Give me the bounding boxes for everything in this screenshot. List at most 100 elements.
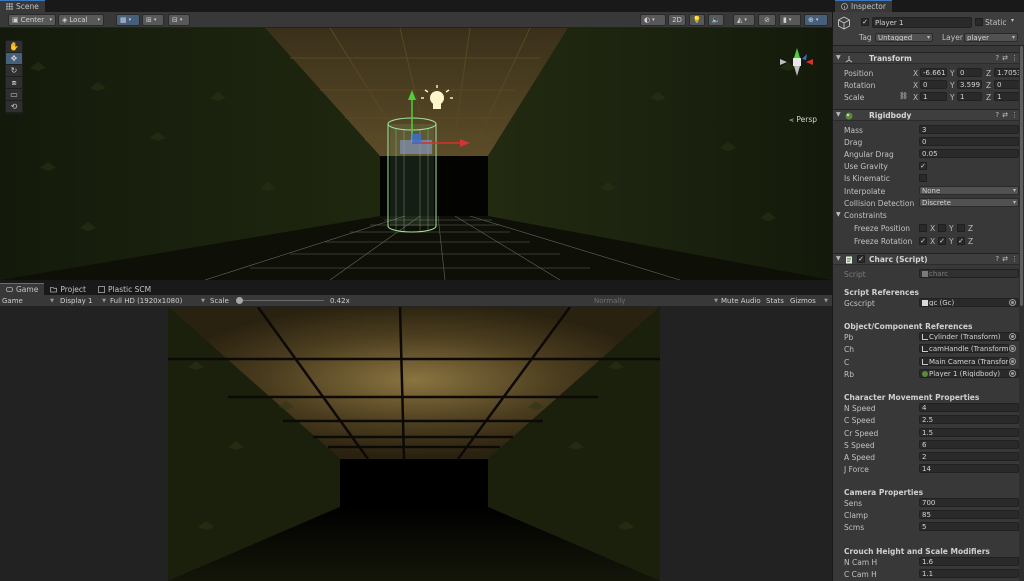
scale-x-field[interactable]: 1 (920, 92, 947, 101)
gizmos-dropdown[interactable]: Gizmos ▼ (790, 296, 828, 306)
game-viewport[interactable] (168, 307, 660, 581)
layer-dropdown[interactable]: player (964, 33, 1018, 42)
snap-increment-button[interactable]: ⊞ ▾ (142, 14, 164, 26)
hidden-objects-toggle[interactable]: ⊘ (758, 14, 776, 26)
link-icon[interactable]: ⛓ (899, 92, 908, 100)
clamp-field[interactable]: 85 (919, 510, 1019, 519)
move-tool[interactable]: ✥ (6, 53, 22, 65)
component-menu-icons[interactable]: ?⇄⋮ (995, 111, 1021, 119)
object-name-input[interactable]: Player 1 (872, 17, 972, 28)
tab-game[interactable]: Game (0, 283, 45, 295)
gcscript-field[interactable]: gc (Gc) (919, 298, 1019, 307)
resolution-dropdown[interactable]: Full HD (1920x1080) ▼ (110, 296, 205, 306)
scene-viewport[interactable]: ✋ ✥ ↻ ⧈ ▭ ⟲ ⋖ Persp (0, 28, 832, 280)
transform-tool[interactable]: ⟲ (6, 101, 22, 113)
toggle-2d-button[interactable]: 2D (668, 14, 686, 26)
component-menu-icons[interactable]: ?⇄⋮ (995, 54, 1021, 62)
object-picker-icon[interactable] (1009, 358, 1016, 365)
component-menu-icons[interactable]: ?⇄⋮ (995, 255, 1021, 263)
position-x-field[interactable]: -6.661 (920, 68, 947, 77)
pivot-dropdown[interactable]: ▣ Center ▾ (8, 14, 56, 26)
tab-project[interactable]: Project (44, 283, 92, 295)
scale-tool[interactable]: ⧈ (6, 77, 22, 89)
position-y-field[interactable]: 0 (957, 68, 982, 77)
rotate-tool[interactable]: ↻ (6, 65, 22, 77)
static-checkbox[interactable] (975, 18, 983, 26)
static-dropdown-icon[interactable]: ▾ (1011, 17, 1014, 24)
scale-slider[interactable] (236, 296, 324, 306)
scale-z-field[interactable]: 1 (994, 92, 1020, 101)
rotation-z-field[interactable]: 0 (994, 80, 1020, 89)
ch-field[interactable]: camHandle (Transform) (919, 344, 1009, 353)
object-picker-icon[interactable] (1009, 333, 1016, 340)
tab-inspector[interactable]: Inspector (835, 0, 892, 12)
script-enabled-checkbox[interactable]: ✓ (857, 255, 865, 263)
persp-label[interactable]: ⋖ Persp (789, 115, 817, 124)
scale-y-field[interactable]: 1 (957, 92, 982, 101)
rigidbody-header[interactable]: ▼ Rigidbody ?⇄⋮ (833, 109, 1024, 121)
tag-dropdown[interactable]: Untagged (875, 33, 933, 42)
n-cam-h-field[interactable]: 1.6 (919, 557, 1019, 566)
rb-field[interactable]: Player 1 (Rigidbody) (919, 369, 1019, 378)
shading-mode-button[interactable]: ◐ ▾ (640, 14, 666, 26)
drag-field[interactable]: 0 (919, 137, 1019, 146)
mass-field[interactable]: 3 (919, 125, 1019, 134)
angular-drag-field[interactable]: 0.05 (919, 149, 1019, 158)
effects-button[interactable]: ◭ ▾ (733, 14, 755, 26)
align-button[interactable]: ⊟ ▾ (168, 14, 190, 26)
n-speed-field[interactable]: 4 (919, 403, 1019, 412)
fold-arrow-icon[interactable]: ▼ (836, 211, 841, 218)
display-dropdown[interactable]: Display 1 ▼ (60, 296, 106, 306)
axis-y-label: Y (949, 224, 954, 233)
a-speed-field[interactable]: 2 (919, 452, 1019, 461)
pb-field[interactable]: Cylinder (Transform) (919, 332, 1019, 341)
stats-button[interactable]: Stats (766, 296, 784, 306)
freeze-rot-x-checkbox[interactable]: ✓ (919, 237, 927, 245)
freeze-pos-y-checkbox[interactable] (938, 224, 946, 232)
interpolate-dropdown[interactable]: None (919, 186, 1019, 195)
freeze-pos-x-checkbox[interactable] (919, 224, 927, 232)
c-speed-field[interactable]: 2.5 (919, 415, 1019, 424)
object-picker-icon[interactable] (1009, 345, 1016, 352)
play-mode-dropdown[interactable]: Normally ▼ (594, 296, 718, 306)
object-picker-icon[interactable] (1009, 299, 1016, 306)
grid-snap-button[interactable]: ▦ ▾ (116, 14, 140, 26)
inspector-scrollbar[interactable] (1019, 46, 1024, 581)
active-checkbox[interactable]: ✓ (861, 18, 869, 26)
camera-settings-button[interactable]: ▮ ▾ (779, 14, 801, 26)
freeze-pos-z-checkbox[interactable] (957, 224, 965, 232)
collision-detection-dropdown[interactable]: Discrete (919, 198, 1019, 207)
object-picker-icon[interactable] (1009, 370, 1016, 377)
freeze-rot-z-checkbox[interactable]: ✓ (957, 237, 965, 245)
audio-toggle[interactable]: 🔈 (708, 14, 724, 26)
is-kinematic-checkbox[interactable] (919, 174, 927, 182)
sens-field[interactable]: 700 (919, 498, 1019, 507)
transform-header[interactable]: ▼ Transform ?⇄⋮ (833, 52, 1024, 64)
rotation-y-field[interactable]: 3.599 (957, 80, 982, 89)
lighting-toggle[interactable]: 💡 (689, 14, 705, 26)
hand-tool[interactable]: ✋ (6, 41, 22, 53)
scms-field[interactable]: 5 (919, 522, 1019, 531)
c-cam-h-field[interactable]: 1.1 (919, 569, 1019, 578)
tab-scene[interactable]: Scene (0, 0, 45, 12)
rotation-x-field[interactable]: 0 (920, 80, 947, 89)
tab-plastic-scm[interactable]: Plastic SCM (92, 283, 157, 295)
s-speed-field[interactable]: 6 (919, 440, 1019, 449)
mute-audio-button[interactable]: Mute Audio (721, 296, 761, 306)
cr-speed-field[interactable]: 1.5 (919, 428, 1019, 437)
position-z-field[interactable]: 1.7053 (994, 68, 1020, 77)
transform-icon (922, 359, 928, 365)
scrollbar-thumb[interactable] (1020, 46, 1023, 306)
chevron-down-icon: ▾ (153, 17, 157, 23)
space-dropdown[interactable]: ◈ Local ▾ (58, 14, 104, 26)
scale-slider-handle[interactable] (236, 297, 243, 304)
rect-tool[interactable]: ▭ (6, 89, 22, 101)
freeze-rot-y-checkbox[interactable]: ✓ (938, 237, 946, 245)
game-mode-dropdown[interactable]: Game ▼ (2, 296, 54, 306)
j-force-field[interactable]: 14 (919, 464, 1019, 473)
c-field[interactable]: Main Camera (Transform) (919, 357, 1009, 366)
use-gravity-checkbox[interactable]: ✓ (919, 162, 927, 170)
charc-script-header[interactable]: ▼ ✓ Charc (Script) ?⇄⋮ (833, 253, 1024, 265)
gizmos-button[interactable]: ⊕ ▾ (804, 14, 828, 26)
script-references-header: Script References (844, 288, 920, 297)
